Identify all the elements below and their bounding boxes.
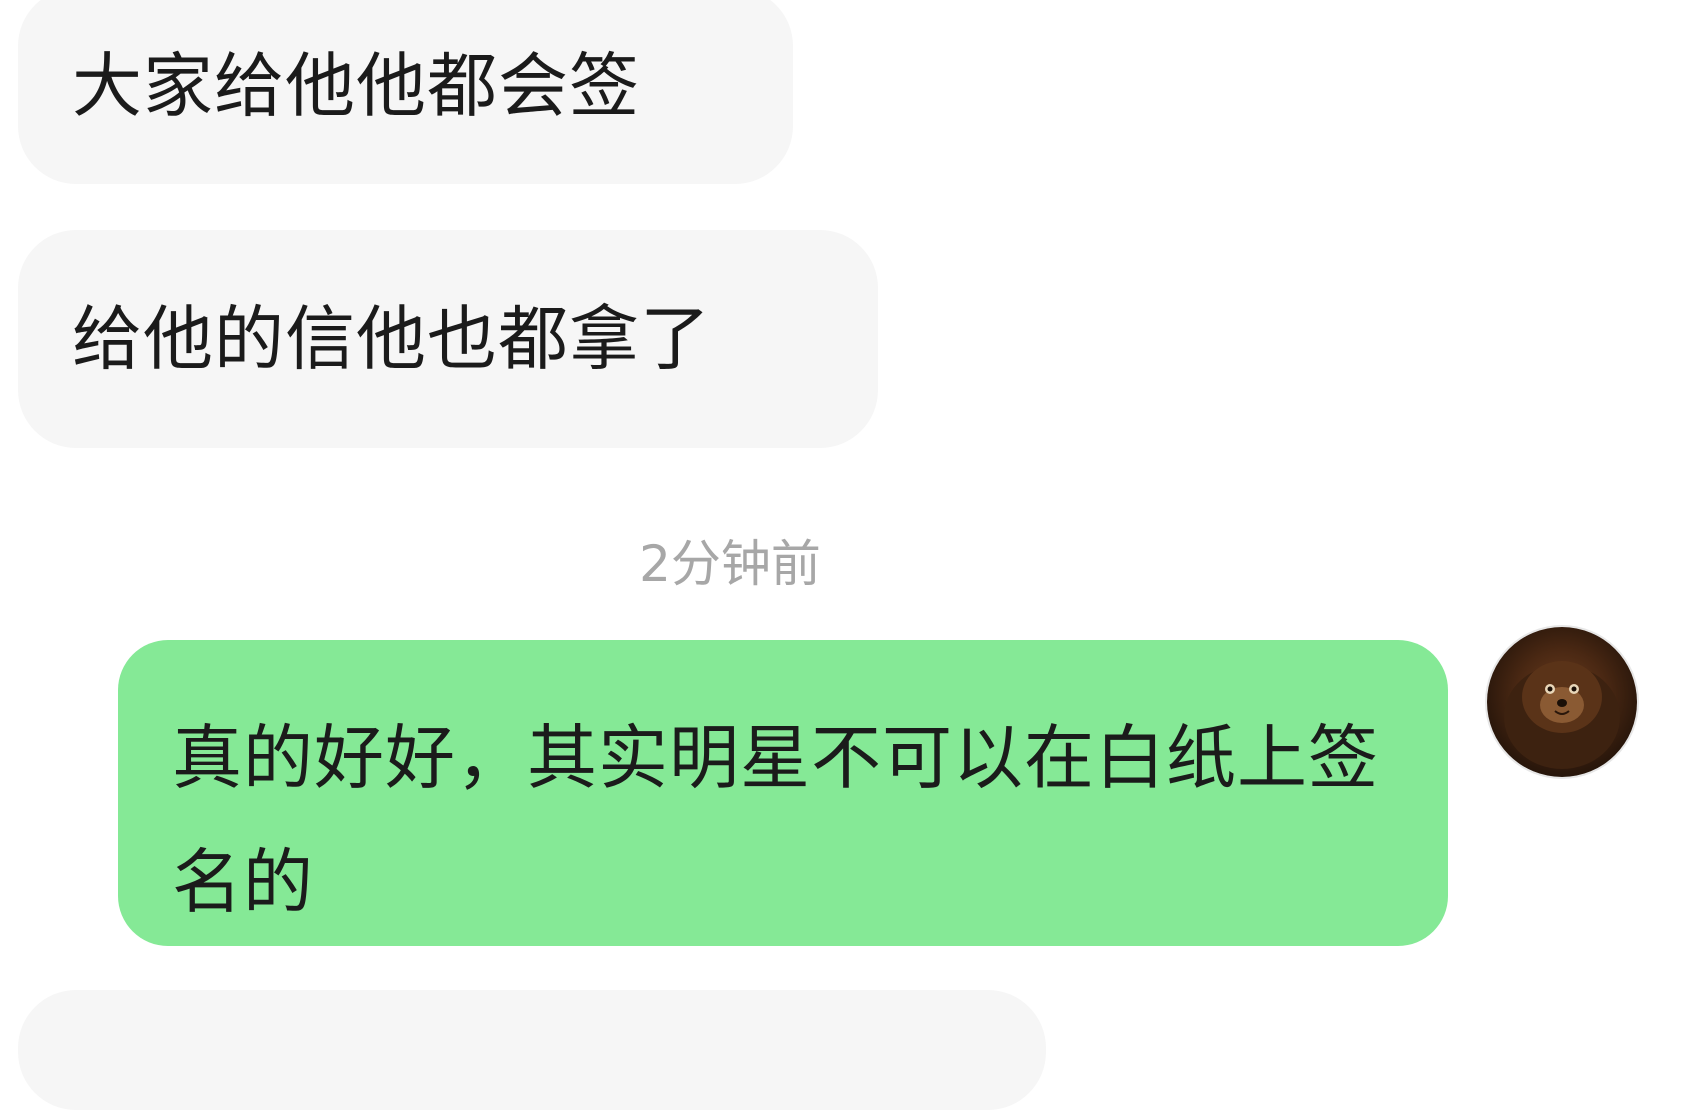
pet-avatar-icon — [1504, 661, 1620, 769]
incoming-message-bubble[interactable] — [18, 990, 1046, 1110]
message-text: 给他的信他也都拿了 — [72, 298, 711, 380]
message-text: 大家给他他都会签 — [72, 45, 640, 127]
incoming-message-bubble[interactable]: 大家给他他都会签 — [18, 0, 793, 184]
message-text: 真的好好，其实明星不可以在白纸上签名的 — [172, 717, 1379, 923]
user-avatar[interactable] — [1487, 627, 1637, 777]
incoming-message-bubble[interactable]: 给他的信他也都拿了 — [18, 230, 878, 448]
message-timestamp: 2分钟前 — [639, 535, 821, 593]
outgoing-message-bubble[interactable]: 真的好好，其实明星不可以在白纸上签名的 — [118, 640, 1448, 946]
chat-thread: 大家给他他都会签 给他的信他也都拿了 2分钟前 真的好好，其实明星不可以在白纸上… — [0, 0, 1684, 1110]
